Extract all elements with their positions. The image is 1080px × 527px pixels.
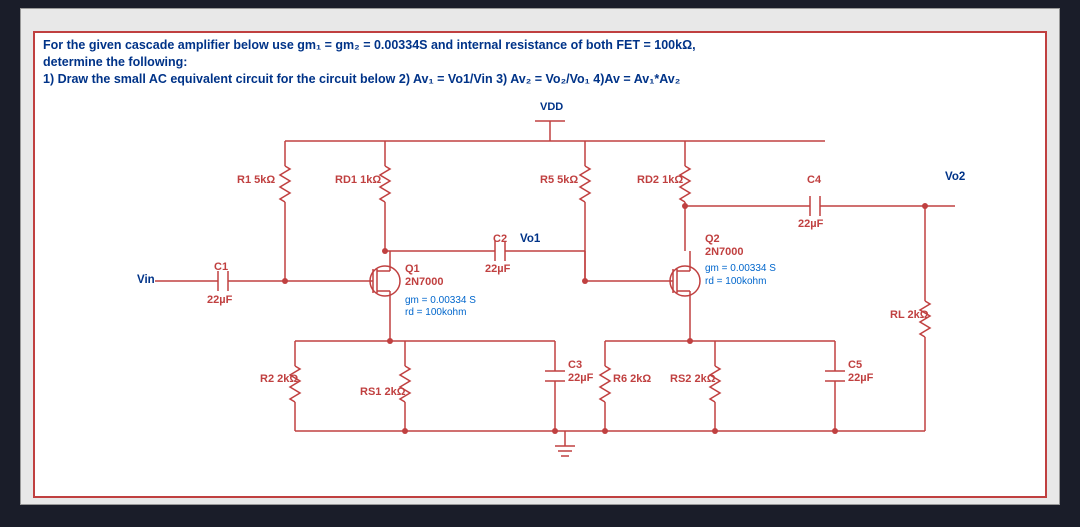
q2-gm: gm = 0.00334 S bbox=[705, 263, 776, 274]
circuit-svg bbox=[115, 111, 985, 481]
page-container: For the given cascade amplifier below us… bbox=[20, 8, 1060, 505]
q2-rd: rd = 100kohm bbox=[705, 276, 766, 287]
c1-val: 22µF bbox=[207, 294, 232, 306]
c5-val: 22µF bbox=[848, 372, 873, 384]
r6-label2: R6 2kΩ bbox=[613, 373, 651, 385]
c4-ref: C4 bbox=[807, 174, 821, 186]
rd1-label: RD1 1kΩ bbox=[335, 174, 381, 186]
vo1-label: Vo1 bbox=[520, 233, 540, 245]
rl-label: RL 2kΩ bbox=[890, 309, 929, 321]
q-line1: For the given cascade amplifier below us… bbox=[43, 38, 696, 52]
c3-val: 22µF bbox=[568, 372, 593, 384]
q1-type: 2N7000 bbox=[405, 276, 444, 288]
c1-ref: C1 bbox=[214, 261, 228, 273]
r2-label: R2 2kΩ bbox=[260, 373, 298, 385]
rs2-label: RS2 2kΩ bbox=[670, 373, 716, 385]
r5-label: R5 5kΩ bbox=[540, 174, 578, 186]
c3-ref: C3 bbox=[568, 359, 582, 371]
q1-rd: rd = 100kohm bbox=[405, 307, 466, 318]
q-line2: determine the following: bbox=[43, 55, 187, 69]
schematic: VDD Vin Vo1 Vo2 R1 5kΩ RD1 1kΩ R5 5kΩ RD… bbox=[115, 111, 985, 481]
vin-label: Vin bbox=[137, 274, 155, 286]
c5-ref: C5 bbox=[848, 359, 862, 371]
c2-ref: C2 bbox=[493, 233, 507, 245]
rd2-label: RD2 1kΩ bbox=[637, 174, 683, 186]
q-line3: 1) Draw the small AC equivalent circuit … bbox=[43, 72, 680, 86]
vo2-label: Vo2 bbox=[945, 171, 965, 183]
c2-val: 22µF bbox=[485, 263, 510, 275]
c4-val: 22µF bbox=[798, 218, 823, 230]
q1-gm: gm = 0.00334 S bbox=[405, 295, 476, 306]
content-box: For the given cascade amplifier below us… bbox=[33, 31, 1047, 498]
r1-label: R1 5kΩ bbox=[237, 174, 275, 186]
header-bar bbox=[21, 9, 1059, 29]
q1-ref: Q1 bbox=[405, 263, 420, 275]
question-text: For the given cascade amplifier below us… bbox=[35, 33, 1045, 92]
q2-ref: Q2 bbox=[705, 233, 720, 245]
rs1-label: RS1 2kΩ bbox=[360, 386, 406, 398]
q2-type: 2N7000 bbox=[705, 246, 744, 258]
vdd-label: VDD bbox=[540, 101, 563, 113]
